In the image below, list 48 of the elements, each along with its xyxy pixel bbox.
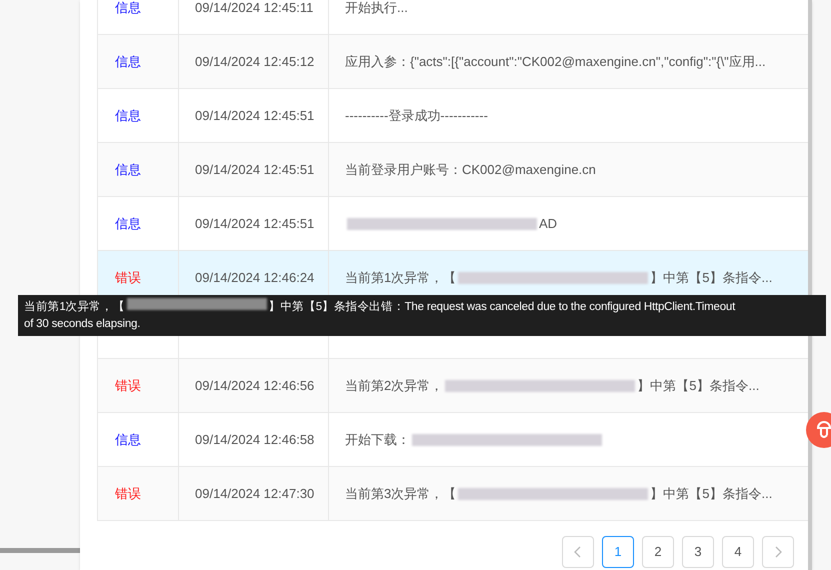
chevron-right-icon — [774, 546, 782, 558]
mascot-icon — [815, 420, 831, 440]
page-button[interactable]: 4 — [722, 536, 754, 568]
message-text: 开始下载： — [345, 430, 410, 449]
level-label: 信息 — [115, 0, 141, 17]
message-text: 当前登录用户账号：CK002@maxengine.cn — [345, 160, 596, 179]
level-label: 错误 — [115, 484, 141, 503]
message-text: 当前第1次异常，【 — [345, 268, 456, 287]
table-row[interactable]: 错误 09/14/2024 12:47:30 当前第3次异常，【 】中第【5】条指令... — [98, 467, 808, 521]
time-text: 09/14/2024 12:45:51 — [195, 160, 314, 179]
time-text: 09/14/2024 12:46:58 — [195, 430, 314, 449]
table-row[interactable]: 信息 09/14/2024 12:45:51 ----------登录成功----------- — [98, 89, 808, 143]
next-page-button[interactable] — [762, 536, 794, 568]
message-text: AD — [539, 214, 558, 233]
time-text: 09/14/2024 12:45:51 — [195, 106, 314, 125]
message-text: 当前第3次异常，【 — [345, 484, 456, 503]
message-text: 开始执行... — [345, 0, 408, 17]
table-row[interactable]: 信息 09/14/2024 12:45:51 当前登录用户账号：CK002@maxengine.cn — [98, 143, 808, 197]
level-label: 信息 — [115, 214, 141, 233]
message-text: 应用入参：{"acts":[{"account":"CK002@maxengine.cn","config":"{\"应用... — [345, 52, 766, 71]
message-text: 】中第【5】条指令... — [637, 376, 760, 395]
level-label: 信息 — [115, 430, 141, 449]
time-text: 09/14/2024 12:46:24 — [195, 268, 314, 287]
level-label: 错误 — [115, 376, 141, 395]
message-text: ----------登录成功----------- — [345, 106, 488, 125]
table-row[interactable]: 错误 09/14/2024 12:46:56 当前第2次异常， 】中第【5】条指令... — [98, 359, 808, 413]
table-row[interactable]: 信息 09/14/2024 12:45:12 应用入参：{"acts":[{"account":"CK002@maxengine.cn","config":"{\"应用... — [98, 35, 808, 89]
message-text: 当前第2次异常， — [345, 376, 444, 395]
time-text: 09/14/2024 12:45:51 — [195, 214, 314, 233]
level-label: 信息 — [115, 106, 141, 125]
time-text: 09/14/2024 12:45:12 — [195, 52, 314, 71]
table-row[interactable]: 信息 09/14/2024 12:46:58 开始下载： — [98, 413, 808, 467]
level-label: 信息 — [115, 160, 141, 179]
table-row[interactable]: 信息 09/14/2024 12:45:51 AD — [98, 197, 808, 251]
level-label: 信息 — [115, 52, 141, 71]
page-button[interactable]: 2 — [642, 536, 674, 568]
previous-page-button[interactable] — [562, 536, 594, 568]
time-text: 09/14/2024 12:47:30 — [195, 484, 314, 503]
message-text: of 30 seconds elapsing. — [24, 318, 140, 330]
message-text: 】中第【5】条指令... — [650, 484, 772, 503]
time-text: 09/14/2024 12:46:56 — [195, 376, 314, 395]
time-text: 09/14/2024 12:45:11 — [195, 0, 314, 17]
table-row[interactable]: 信息 09/14/2024 12:45:11 开始执行... — [98, 0, 808, 35]
chevron-left-icon — [574, 546, 582, 558]
scrollbar[interactable] — [0, 548, 80, 553]
level-label: 错误 — [115, 268, 141, 287]
message-text: 】中第【5】条指令... — [650, 268, 772, 287]
page-button[interactable]: 3 — [682, 536, 714, 568]
